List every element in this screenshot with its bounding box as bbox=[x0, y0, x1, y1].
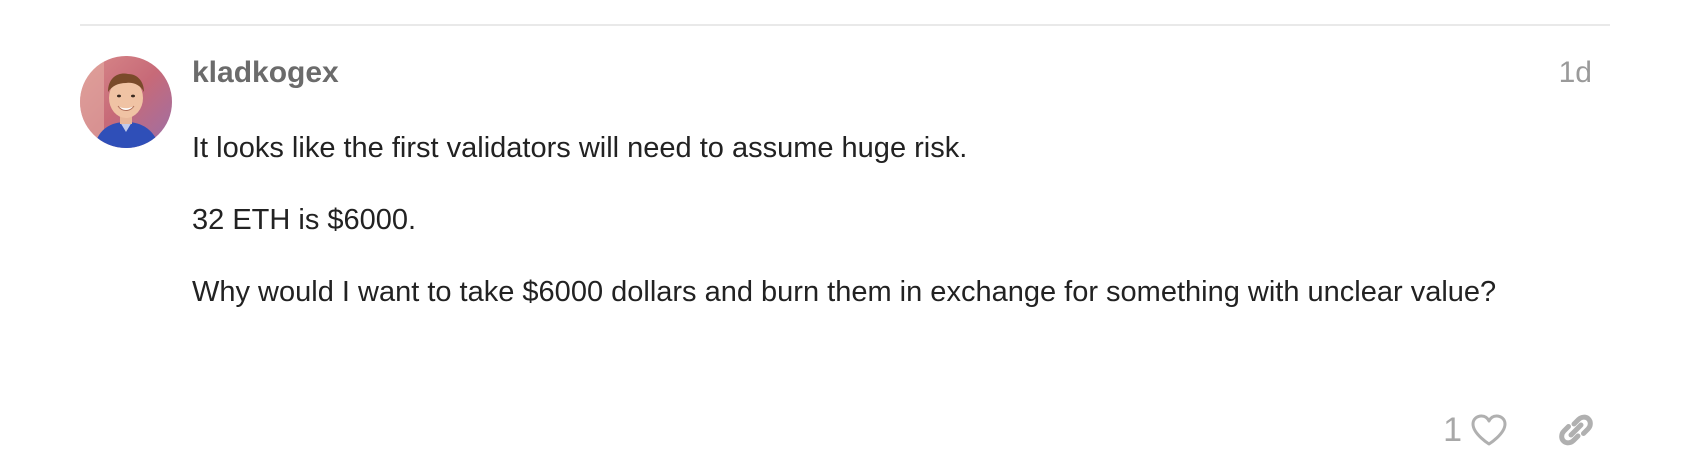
link-icon[interactable] bbox=[1556, 410, 1596, 450]
post-actions: 1 bbox=[1443, 408, 1596, 452]
forum-post: kladkogex 1d It looks like the first val… bbox=[0, 0, 1692, 474]
post-body: It looks like the first validators will … bbox=[192, 132, 1612, 348]
heart-outline-icon[interactable] bbox=[1470, 413, 1508, 447]
like-count[interactable]: 1 bbox=[1443, 408, 1462, 452]
avatar-portrait bbox=[80, 56, 172, 148]
post-username[interactable]: kladkogex bbox=[192, 54, 339, 92]
post-paragraph: It looks like the first validators will … bbox=[192, 132, 968, 164]
user-avatar[interactable] bbox=[80, 56, 172, 148]
post-paragraph: 32 ETH is $6000. bbox=[192, 204, 417, 236]
post-date[interactable]: 1d bbox=[1559, 54, 1592, 92]
post-paragraph: Why would I want to take $6000 dollars a… bbox=[192, 276, 1497, 308]
